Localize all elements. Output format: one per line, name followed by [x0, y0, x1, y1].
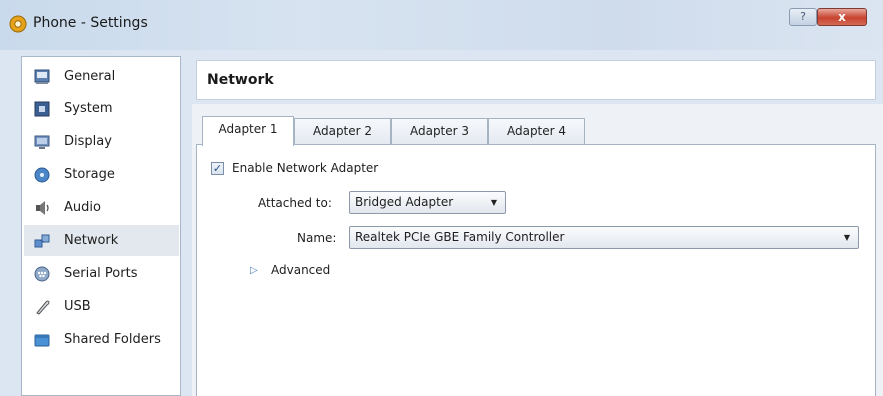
tab-adapter-1[interactable]: Adapter 1: [202, 116, 294, 146]
enable-adapter-checkbox[interactable]: ✓: [211, 162, 224, 175]
window-title: Phone - Settings: [33, 15, 148, 31]
system-icon: [34, 101, 50, 116]
sidebar-item-display[interactable]: Display: [24, 126, 179, 157]
tab-adapter-4[interactable]: Adapter 4: [488, 118, 585, 144]
gear-icon: [9, 15, 27, 33]
sidebar-item-label: Display: [64, 134, 112, 149]
attached-to-label: Attached to:: [258, 196, 332, 210]
attached-to-select[interactable]: Bridged Adapter ▼: [349, 191, 506, 214]
storage-icon: [34, 167, 50, 182]
sidebar-item-label: Storage: [64, 167, 115, 182]
sidebar-item-audio[interactable]: Audio: [24, 192, 179, 223]
sidebar-item-label: Shared Folders: [64, 332, 161, 347]
advanced-toggle[interactable]: Advanced: [271, 263, 330, 277]
sidebar-item-storage[interactable]: Storage: [24, 159, 179, 190]
serial-ports-icon: [34, 266, 50, 281]
sidebar-item-general[interactable]: General: [24, 61, 179, 92]
shared-folders-icon: [34, 334, 50, 346]
attached-to-value: Bridged Adapter: [355, 195, 454, 209]
adapter-name-value: Realtek PCIe GBE Family Controller: [355, 230, 565, 244]
help-button[interactable]: ?: [789, 8, 817, 26]
chevron-down-icon: ▼: [843, 233, 850, 242]
sidebar-item-system[interactable]: System: [24, 93, 179, 124]
tab-adapter-2[interactable]: Adapter 2: [294, 118, 391, 144]
page-header: Network: [196, 60, 876, 100]
audio-icon: [36, 200, 49, 215]
sidebar-item-label: Audio: [64, 200, 101, 215]
sidebar-item-usb[interactable]: USB: [24, 291, 179, 322]
sidebar-item-label: General: [64, 69, 116, 84]
sidebar-item-label: Network: [64, 233, 119, 248]
sidebar-item-label: USB: [64, 299, 91, 314]
sidebar-item-label: System: [64, 101, 113, 116]
settings-sidebar: General System Display Storage Audio Net…: [21, 56, 181, 396]
adapter-name-select[interactable]: Realtek PCIe GBE Family Controller ▼: [349, 226, 859, 249]
enable-adapter-label[interactable]: Enable Network Adapter: [232, 161, 378, 175]
general-icon: [34, 69, 50, 84]
sidebar-item-serial-ports[interactable]: Serial Ports: [24, 258, 179, 289]
settings-window: Phone - Settings ? x General System Disp…: [0, 0, 883, 396]
name-label: Name:: [297, 231, 337, 245]
sidebar-item-label: Serial Ports: [64, 266, 138, 281]
sidebar-item-shared-folders[interactable]: Shared Folders: [24, 324, 179, 355]
display-icon: [34, 135, 50, 149]
page-title: Network: [207, 72, 274, 88]
sidebar-item-network[interactable]: Network: [24, 225, 179, 256]
title-bar[interactable]: Phone - Settings ? x: [0, 0, 883, 50]
expand-arrow-icon[interactable]: ▷: [250, 265, 258, 276]
network-icon: [34, 234, 50, 247]
close-button[interactable]: x: [817, 8, 867, 26]
tab-adapter-3[interactable]: Adapter 3: [391, 118, 488, 144]
usb-icon: [36, 300, 50, 315]
chevron-down-icon: ▼: [490, 198, 497, 207]
